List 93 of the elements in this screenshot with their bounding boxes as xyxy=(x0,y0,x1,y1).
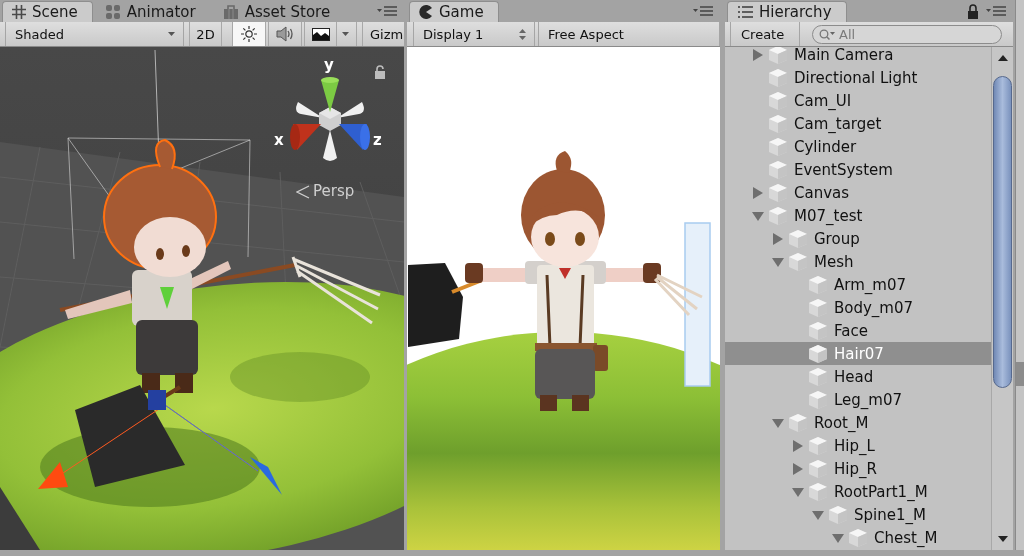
hierarchy-item[interactable]: Body_m07 xyxy=(725,296,991,319)
cube-icon xyxy=(808,274,828,295)
hierarchy-item[interactable]: Directional Light xyxy=(725,66,991,89)
speaker-icon xyxy=(276,26,294,42)
hierarchy-item[interactable]: Cylinder xyxy=(725,135,991,158)
list-icon xyxy=(737,6,753,18)
display-dropdown[interactable]: Display 1 xyxy=(413,22,535,46)
panel-menu-icon[interactable] xyxy=(986,6,1006,16)
cube-icon xyxy=(828,504,848,525)
create-dropdown[interactable]: Create xyxy=(730,22,800,46)
caret-icon xyxy=(342,32,349,36)
hierarchy-item[interactable]: Canvas xyxy=(725,181,991,204)
hierarchy-item[interactable]: Chest_M xyxy=(725,526,991,549)
hierarchy-item[interactable]: Head xyxy=(725,365,991,388)
cube-icon xyxy=(808,320,828,341)
bag-icon xyxy=(222,4,239,20)
panel-tab[interactable]: Hierarchy xyxy=(727,1,847,22)
nodes-icon xyxy=(104,4,121,20)
expand-arrow-icon[interactable] xyxy=(792,462,804,475)
pacman-icon xyxy=(419,5,433,19)
collapse-arrow-icon[interactable] xyxy=(832,531,844,544)
expand-arrow-icon[interactable] xyxy=(752,186,764,199)
cube-icon xyxy=(768,67,788,88)
caret-icon xyxy=(168,32,175,36)
panel-menu-icon[interactable] xyxy=(377,6,397,16)
up-arrow-icon xyxy=(997,55,1008,61)
sun-icon xyxy=(241,26,257,42)
scrollbar-thumb[interactable] xyxy=(993,76,1012,388)
hierarchy-item[interactable]: Mesh xyxy=(725,250,991,273)
effects-toggle[interactable] xyxy=(304,22,357,46)
cube-icon xyxy=(788,251,808,272)
search-field[interactable]: All xyxy=(812,24,1002,44)
audio-toggle[interactable] xyxy=(268,22,302,46)
cube-icon xyxy=(808,297,828,318)
hierarchy-item[interactable]: Arm_m07 xyxy=(725,273,991,296)
hierarchy-item[interactable]: Leg_m07 xyxy=(725,388,991,411)
gizmos-menu[interactable]: Gizm xyxy=(362,22,404,46)
panel-tab[interactable]: Game xyxy=(409,1,499,22)
projection-label[interactable]: Persp xyxy=(313,182,355,200)
padlock-icon[interactable] xyxy=(967,3,979,19)
hierarchy-item[interactable]: RootPart1_M xyxy=(725,480,991,503)
hierarchy-item[interactable]: Face xyxy=(725,319,991,342)
cube-icon xyxy=(808,389,828,410)
cube-icon xyxy=(768,205,788,226)
cube-icon xyxy=(768,182,788,203)
hierarchy-item[interactable]: Cam_UI xyxy=(725,89,991,112)
hierarchy-item[interactable]: Main Camera xyxy=(725,47,991,66)
hierarchy-item[interactable]: M07_test xyxy=(725,204,991,227)
aspect-dropdown[interactable]: Free Aspect xyxy=(538,22,720,46)
up-down-icon xyxy=(519,28,526,40)
panel-tab[interactable]: Scene xyxy=(2,1,93,22)
cube-icon xyxy=(808,343,828,364)
chevron-icon xyxy=(296,185,310,199)
panel-menu-icon[interactable] xyxy=(693,6,713,16)
scrollbar[interactable] xyxy=(991,47,1013,550)
hierarchy-item[interactable]: Hip_L xyxy=(725,434,991,457)
collapse-arrow-icon[interactable] xyxy=(772,416,784,429)
hierarchy-item[interactable]: Root_M xyxy=(725,411,991,434)
expand-arrow-icon[interactable] xyxy=(752,48,764,61)
collapse-arrow-icon[interactable] xyxy=(812,508,824,521)
down-arrow-icon xyxy=(997,536,1008,542)
mode-2d-toggle[interactable]: 2D xyxy=(189,22,222,46)
hierarchy-item[interactable]: Group xyxy=(725,227,991,250)
shading-dropdown[interactable]: Shaded xyxy=(5,22,184,46)
cube-icon xyxy=(808,481,828,502)
collapse-arrow-icon[interactable] xyxy=(772,255,784,268)
collapse-arrow-icon[interactable] xyxy=(792,485,804,498)
axis-label: x xyxy=(274,131,284,149)
cube-icon xyxy=(808,435,828,456)
cube-icon xyxy=(768,113,788,134)
hierarchy-item[interactable]: Hip_R xyxy=(725,457,991,480)
cube-icon xyxy=(768,136,788,157)
grid-icon xyxy=(12,5,26,19)
hierarchy-item[interactable]: Cam_target xyxy=(725,112,991,135)
cube-icon xyxy=(808,366,828,387)
collapse-arrow-icon[interactable] xyxy=(752,209,764,222)
cube-icon xyxy=(808,458,828,479)
axis-label: z xyxy=(373,131,382,149)
panel-tab[interactable]: Animator xyxy=(94,1,211,22)
axis-label: y xyxy=(324,56,334,74)
image-icon xyxy=(312,27,330,41)
lighting-toggle[interactable] xyxy=(232,22,266,46)
expand-arrow-icon[interactable] xyxy=(792,439,804,452)
cube-icon xyxy=(768,90,788,111)
hierarchy-item[interactable]: Spine1_M xyxy=(725,503,991,526)
panel-tab[interactable]: Asset Store xyxy=(212,1,346,22)
expand-arrow-icon[interactable] xyxy=(772,232,784,245)
hierarchy-item[interactable]: EventSystem xyxy=(725,158,991,181)
cube-icon xyxy=(788,228,808,249)
search-icon xyxy=(819,28,836,41)
padlock-icon[interactable] xyxy=(374,65,386,79)
cube-icon xyxy=(768,159,788,180)
cube-icon xyxy=(788,412,808,433)
